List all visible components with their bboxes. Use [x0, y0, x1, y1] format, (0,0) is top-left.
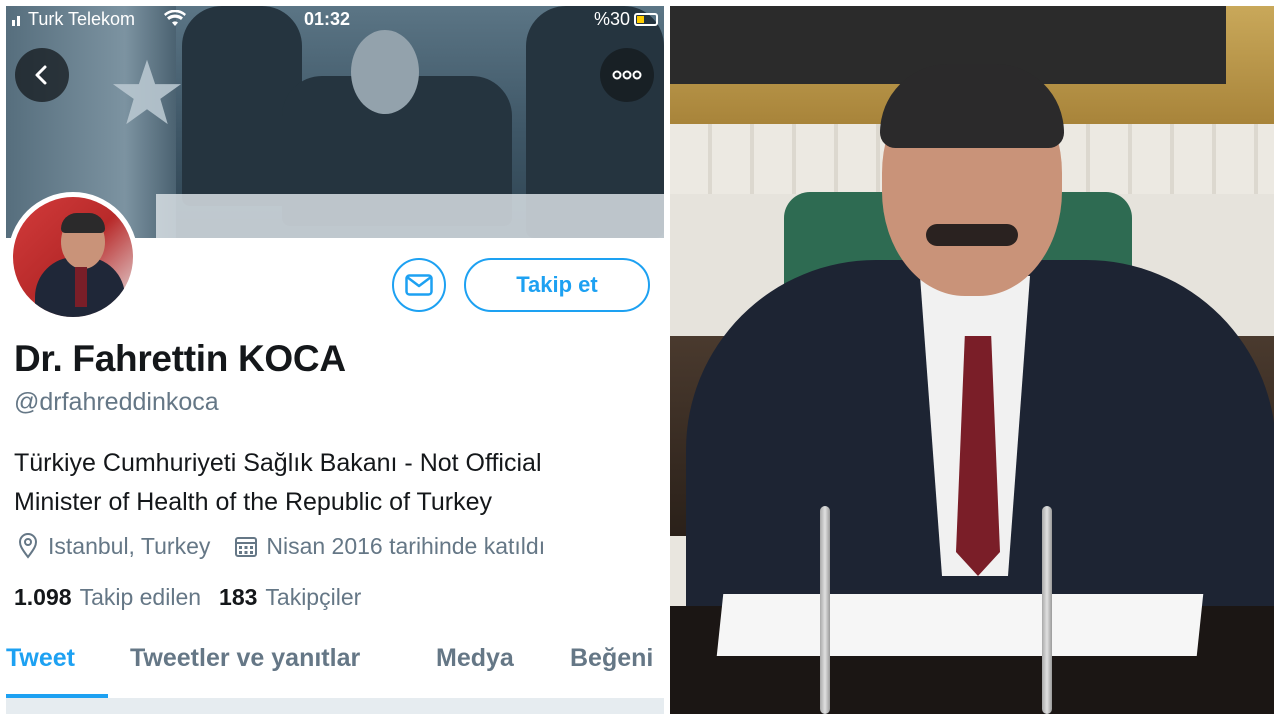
calendar-icon: [235, 537, 258, 557]
wifi-icon: [164, 10, 186, 26]
bio-line-1: Türkiye Cumhuriyeti Sağlık Bakanı - Not …: [14, 449, 542, 477]
microphone-right: [1042, 506, 1052, 714]
following-link[interactable]: 1.098 Takip edilen: [14, 584, 201, 611]
cover-desk: [156, 194, 664, 238]
location-pin-icon: [18, 533, 38, 559]
flag-star-icon: [112, 59, 182, 125]
profile-joined: Nisan 2016 tarihinde katıldı: [266, 532, 546, 559]
tab-tweets-and-replies[interactable]: Tweetler ve yanıtlar: [130, 644, 360, 673]
message-button[interactable]: [392, 258, 446, 312]
tab-tweet[interactable]: Tweet: [6, 644, 75, 673]
bio-line-2: Minister of Health of the Republic of Tu…: [14, 488, 493, 516]
follow-counts: 1.098 Takip edilen 183 Takipçiler: [14, 584, 361, 611]
more-options-button[interactable]: [600, 48, 654, 102]
status-time: 01:32: [304, 9, 351, 29]
more-options-icon: [612, 70, 642, 80]
profile-bio: Türkiye Cumhuriyeti Sağlık Bakanı - Not …: [14, 444, 654, 522]
carrier-name: Turk Telekom: [28, 9, 136, 29]
following-label: Takip edilen: [79, 584, 202, 610]
document-paper: [716, 594, 1204, 656]
mustache: [926, 224, 1018, 246]
avatar-photo: [13, 197, 133, 317]
profile-handle: @drfahreddinkoca: [14, 388, 219, 416]
profile-name: Dr. Fahrettin KOCA: [14, 338, 346, 379]
back-button[interactable]: [15, 48, 69, 102]
profile-location: Istanbul, Turkey: [48, 532, 211, 559]
microphone-left: [820, 506, 830, 714]
profile-avatar[interactable]: [8, 192, 138, 322]
envelope-icon: [405, 274, 433, 296]
twitter-profile-screenshot: Turk Telekom 01:32 %30 Takip et Dr. Fahr…: [6, 6, 664, 714]
official-portrait-photo: [670, 6, 1274, 714]
followers-link[interactable]: 183 Takipçiler: [219, 584, 361, 611]
tab-media[interactable]: Medya: [436, 644, 514, 673]
profile-tabs: Tweet Tweetler ve yanıtlar Medya Beğeni: [6, 644, 664, 698]
cover-figure-head: [351, 30, 419, 114]
following-count: 1.098: [14, 584, 72, 610]
signal-icon: [12, 14, 24, 26]
tab-likes[interactable]: Beğeni: [570, 644, 653, 673]
status-bar: Turk Telekom 01:32 %30: [6, 6, 664, 34]
battery-icon: [634, 13, 658, 26]
followers-label: Takipçiler: [265, 584, 362, 610]
follow-button[interactable]: Takip et: [464, 258, 650, 312]
back-arrow-icon: [35, 65, 47, 85]
tabs-bottom-divider: [6, 698, 664, 714]
followers-count: 183: [219, 584, 258, 610]
battery-percent: %30: [593, 9, 630, 29]
profile-meta: Istanbul, Turkey Nisan 2016 tarihinde ka…: [16, 530, 545, 562]
